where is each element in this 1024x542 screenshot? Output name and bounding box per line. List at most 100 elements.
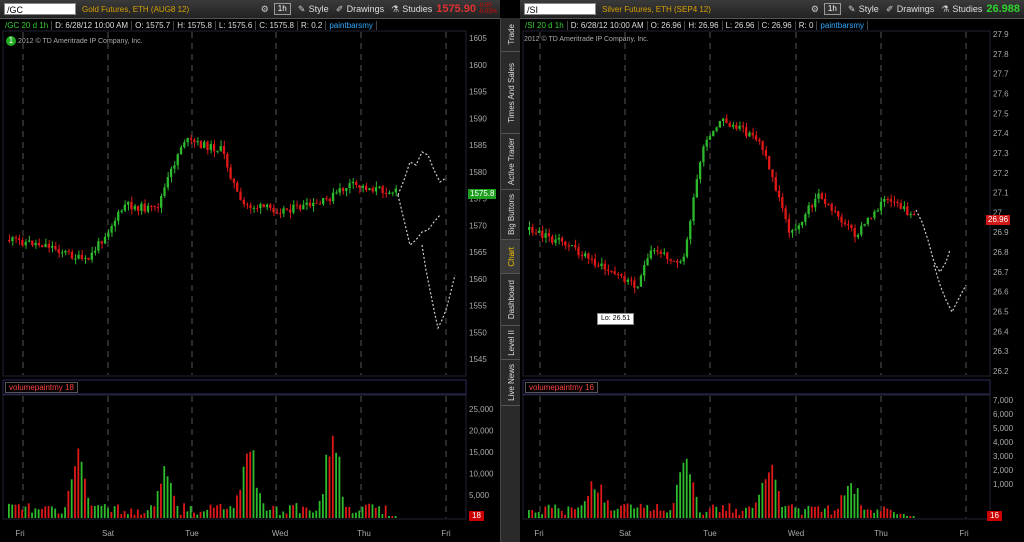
volume-axis-tick: 4,000 [993,438,1014,447]
candle-body [156,207,160,209]
tab-dashboard[interactable]: Dashboard [501,274,521,326]
volume-bar [60,513,63,518]
candle-body [255,207,259,209]
candle-body [863,224,866,226]
candle-body [873,211,876,218]
volume-bar [909,516,912,518]
volume-bar [840,495,843,518]
volume-axis-tick: 3,000 [993,452,1014,461]
tab-trade[interactable]: Trade [501,18,521,52]
volume-bar [371,504,374,518]
volume-bar [203,511,205,518]
style-button[interactable]: ✎ Style [847,4,879,14]
candle-body [153,205,156,208]
volume-bar [800,514,803,518]
candle-body [341,188,345,191]
volume-study-label[interactable]: volumepaintmy 16 [525,382,598,393]
volume-bar [534,512,537,518]
candle-body [899,203,902,209]
time-axis-label: Fri [959,529,969,538]
volume-bar [715,506,718,518]
candle-body [222,146,226,155]
candle-body [551,236,554,243]
study-tag[interactable]: paintbarsmy [817,21,868,30]
candle-body [708,136,712,140]
gear-icon[interactable]: ⚙ [810,4,820,14]
candle-body [130,201,133,210]
candle-body [358,184,361,188]
drawings-button[interactable]: ✐ Drawings [885,4,934,14]
copyright: 2012 © TD Ameritrade IP Company, Inc. [524,36,649,43]
volume-bar [236,495,238,518]
volume-bar [249,451,252,518]
candle-body [212,144,216,152]
candle-body [685,239,689,257]
timeframe-button[interactable]: 1h [273,3,291,15]
timeframe-button[interactable]: 1h [823,3,841,15]
gold-chart-panel: /GC Gold Futures, ETH (AUG8 12) ⚙ 1h ✎ St… [0,0,500,542]
volume-bar [728,503,731,518]
copyright: 1 2012 © TD Ameritrade IP Company, Inc. [6,36,143,46]
time-axis-label: Thu [357,529,371,538]
volume-bar [288,505,291,518]
volume-bar [255,487,258,518]
symbol-input[interactable]: /SI [524,3,596,15]
candle-body [259,204,262,209]
volume-bar [669,510,672,518]
studies-button[interactable]: ⚗ Studies [390,4,432,14]
tab-level-ii[interactable]: Level II [501,326,521,360]
study-tag[interactable]: paintbarsmy [326,21,377,30]
candle-body [754,135,758,140]
volume-bar [355,512,357,518]
candle-body [87,257,90,260]
volume-bar [391,516,394,518]
candle-body [11,237,14,242]
volume-bar [64,507,66,518]
price-axis-tick: 27.9 [993,30,1009,39]
drawings-button[interactable]: ✐ Drawings [335,4,384,14]
candle-body [856,234,860,238]
style-button[interactable]: ✎ Style [297,4,329,14]
time-axis-label: Tue [185,529,199,538]
volume-bar [348,506,351,518]
candle-body [567,245,570,247]
alert-badge[interactable]: 1 [6,36,16,46]
volume-bar [388,516,390,518]
price-axis-tick: 1590 [469,114,487,123]
tab-chart[interactable]: Chart [501,240,521,274]
volume-bar [21,509,24,518]
candle-body [229,167,232,179]
volume-bar [189,506,192,518]
volume-bar [771,464,774,518]
tab-active-trader[interactable]: Active Trader [501,134,521,190]
symbol-input[interactable]: /GC [4,3,76,15]
volume-bar [682,462,685,518]
candle-body [837,211,840,217]
volume-bar [623,504,626,518]
candle-body [580,255,583,257]
candle-body [97,241,100,251]
candle-body [616,273,620,275]
gear-icon[interactable]: ⚙ [260,4,270,14]
volume-bar [560,510,563,518]
studies-button[interactable]: ⚗ Studies [940,4,982,14]
candle-body [282,208,285,214]
tab-live-news[interactable]: Live News [501,360,521,406]
volume-bar [11,504,14,518]
tab-times-and-sales[interactable]: Times And Sales [501,52,521,134]
candle-body [840,216,843,223]
tab-big-buttons[interactable]: Big Buttons [501,190,521,240]
volume-bar [312,512,314,518]
candle-body [583,253,587,257]
volume-bar [183,503,185,518]
volume-study-label[interactable]: volumepaintmy 18 [5,382,78,393]
candle-body [879,201,883,211]
volume-bar [87,497,90,518]
price-axis-tick: 1565 [469,248,487,257]
candle-body [590,258,593,260]
volume-bar [275,506,278,518]
volume-bar [84,478,86,518]
volume-bar [252,450,255,518]
volume-bar [130,508,133,518]
volume-bar [646,505,649,518]
